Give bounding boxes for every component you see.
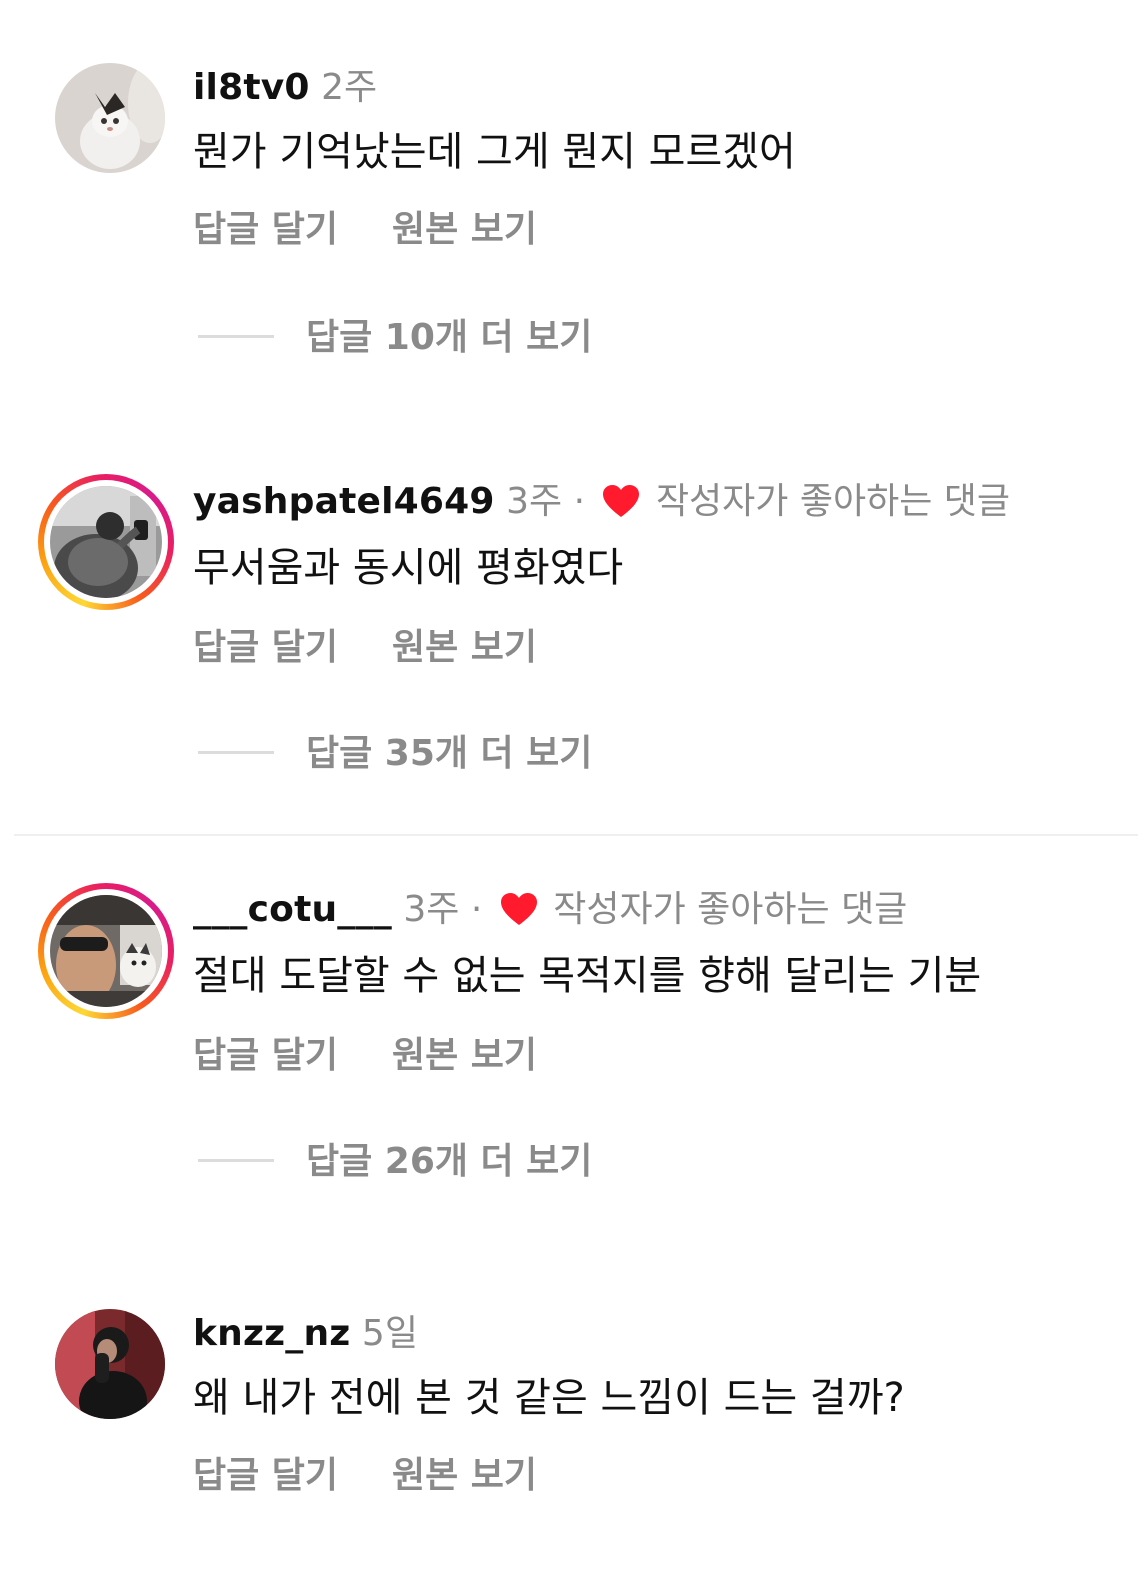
- reply-button[interactable]: 답글 달기: [193, 209, 338, 250]
- comment-actions: 답글 달기 원본 보기: [193, 626, 537, 670]
- avatar[interactable]: [55, 1309, 165, 1419]
- timestamp: 3주: [403, 889, 460, 930]
- heart-icon: [603, 485, 640, 517]
- comment-actions: 답글 달기 원본 보기: [193, 1034, 537, 1078]
- divider: [14, 834, 1138, 836]
- replies-divider-line: [198, 335, 274, 338]
- see-original-button[interactable]: 원본 보기: [392, 627, 537, 668]
- comment-actions: 답글 달기 원본 보기: [193, 208, 537, 252]
- reply-button[interactable]: 답글 달기: [193, 627, 338, 668]
- comment-text: 뭔가 기억났는데 그게 뭔지 모르겠어: [193, 129, 796, 175]
- heart-icon: [500, 893, 537, 925]
- story-ring[interactable]: [38, 883, 174, 1019]
- view-more-replies-label: 답글 35개 더 보기: [306, 733, 593, 774]
- username[interactable]: knzz_nz: [193, 1313, 350, 1354]
- view-more-replies-button[interactable]: 답글 26개 더 보기: [198, 1140, 592, 1184]
- username[interactable]: ___cotu___: [193, 889, 392, 930]
- view-more-replies-label: 답글 26개 더 보기: [306, 1141, 593, 1182]
- comment-header: yashpatel4649 3주 · 작성자가 좋아하는 댓글: [193, 480, 1010, 524]
- reply-button[interactable]: 답글 달기: [193, 1035, 338, 1076]
- separator-dot: ·: [470, 889, 483, 930]
- see-original-button[interactable]: 원본 보기: [392, 209, 537, 250]
- see-original-button[interactable]: 원본 보기: [392, 1035, 537, 1076]
- reply-button[interactable]: 답글 달기: [193, 1455, 338, 1496]
- liked-by-author-label: 작성자가 좋아하는 댓글: [655, 481, 1011, 522]
- view-more-replies-label: 답글 10개 더 보기: [306, 317, 593, 358]
- view-more-replies-button[interactable]: 답글 10개 더 보기: [198, 316, 592, 360]
- replies-divider-line: [198, 751, 274, 754]
- comment-text: 왜 내가 전에 본 것 같은 느낌이 드는 걸까?: [193, 1375, 905, 1421]
- liked-by-author-label: 작성자가 좋아하는 댓글: [553, 889, 908, 930]
- comment-header: knzz_nz 5일: [193, 1312, 418, 1356]
- comment-actions: 답글 달기 원본 보기: [193, 1454, 537, 1498]
- comment-header: il8tv0 2주: [193, 66, 377, 110]
- see-original-button[interactable]: 원본 보기: [392, 1455, 537, 1496]
- username[interactable]: yashpatel4649: [193, 481, 495, 522]
- timestamp: 5일: [361, 1313, 418, 1354]
- story-ring[interactable]: [38, 474, 174, 610]
- avatar: [50, 486, 162, 598]
- timestamp: 3주: [506, 481, 563, 522]
- avatar: [50, 895, 162, 1007]
- timestamp: 2주: [321, 67, 378, 108]
- view-more-replies-button[interactable]: 답글 35개 더 보기: [198, 732, 592, 776]
- comment-text: 절대 도달할 수 없는 목적지를 향해 달리는 기분: [193, 953, 982, 999]
- replies-divider-line: [198, 1159, 274, 1162]
- username[interactable]: il8tv0: [193, 67, 310, 108]
- separator-dot: ·: [573, 481, 586, 522]
- comment-header: ___cotu___ 3주 · 작성자가 좋아하는 댓글: [193, 888, 907, 932]
- avatar[interactable]: [55, 63, 165, 173]
- comment-text: 무서움과 동시에 평화였다: [193, 545, 624, 591]
